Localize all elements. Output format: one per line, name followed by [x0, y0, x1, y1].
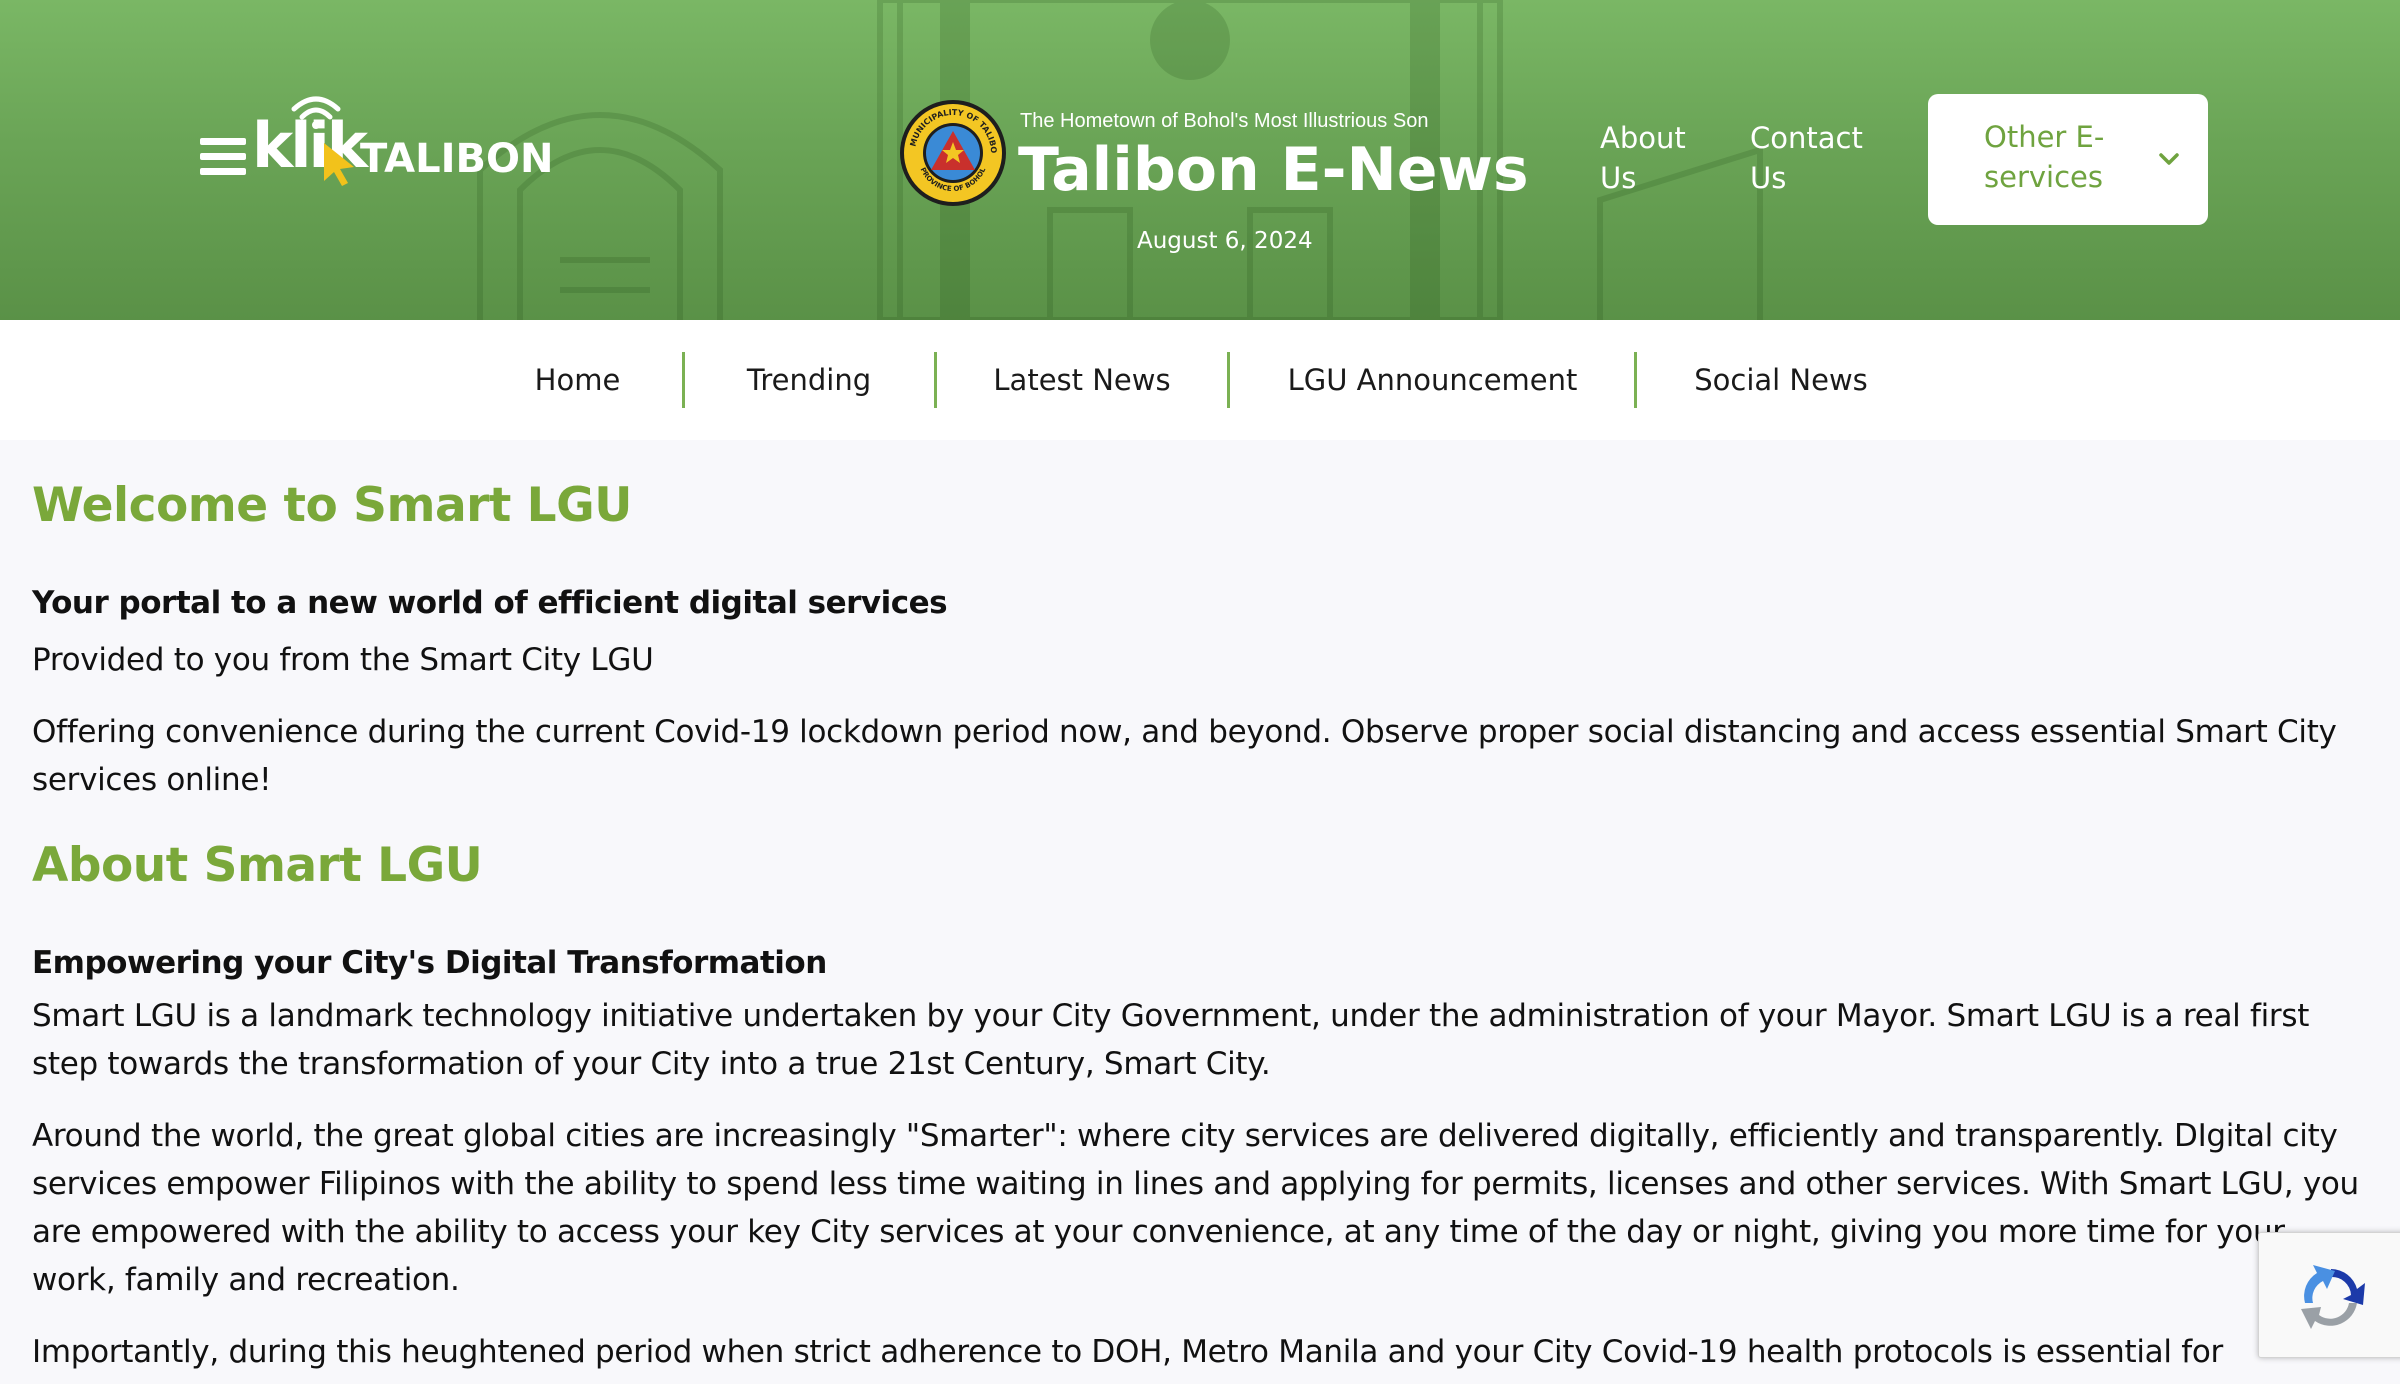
site-header: klik TALIBON MUNICIPALITY OF TALIBON PRO… — [0, 0, 2400, 320]
main-nav: Home Trending Latest News LGU Announceme… — [0, 320, 2400, 440]
other-e-services-dropdown[interactable]: Other E-services — [1928, 94, 2208, 225]
welcome-subheading: Your portal to a new world of efficient … — [32, 585, 948, 621]
cursor-icon — [324, 143, 354, 186]
about-heading: About Smart LGU — [32, 838, 483, 893]
nav-item-lgu-announcement[interactable]: LGU Announcement — [1279, 320, 1586, 440]
about-paragraph-2: Around the world, the great global citie… — [32, 1118, 2359, 1298]
hamburger-icon[interactable] — [200, 138, 246, 176]
logo-town-text: TALIBON — [360, 136, 554, 182]
nav-item-trending[interactable]: Trending — [730, 320, 888, 440]
contact-us-link[interactable]: Contact Us — [1750, 118, 1880, 198]
nav-separator — [1227, 352, 1230, 408]
klik-talibon-logo[interactable]: klik TALIBON — [200, 95, 560, 195]
nav-item-latest-news[interactable]: Latest News — [985, 320, 1179, 440]
nav-item-home[interactable]: Home — [520, 320, 635, 440]
nav-separator — [934, 352, 937, 408]
nav-separator — [1634, 352, 1637, 408]
recaptcha-icon — [2301, 1265, 2365, 1329]
chevron-down-icon — [2159, 153, 2179, 165]
site-title[interactable]: Talibon E-News — [1018, 130, 1529, 210]
about-paragraph-1: Smart LGU is a landmark technology initi… — [32, 998, 2310, 1082]
recaptcha-badge[interactable] — [2258, 1232, 2400, 1358]
about-paragraph-3: Importantly, during this heughtened peri… — [32, 1334, 2223, 1370]
nav-item-social-news[interactable]: Social News — [1692, 320, 1870, 440]
municipality-seal-icon: MUNICIPALITY OF TALIBON PROVINCE OF BOHO… — [898, 98, 1006, 206]
nav-separator — [682, 352, 685, 408]
about-subheading: Empowering your City's Digital Transform… — [32, 945, 827, 981]
welcome-heading: Welcome to Smart LGU — [32, 478, 632, 533]
current-date: August 6, 2024 — [1137, 228, 1313, 254]
welcome-paragraph-2: Offering convenience during the current … — [32, 714, 2337, 798]
about-us-link[interactable]: About Us — [1600, 118, 1710, 198]
other-e-services-label: Other E-services — [1984, 120, 2105, 194]
welcome-paragraph-1: Provided to you from the Smart City LGU — [32, 642, 654, 678]
